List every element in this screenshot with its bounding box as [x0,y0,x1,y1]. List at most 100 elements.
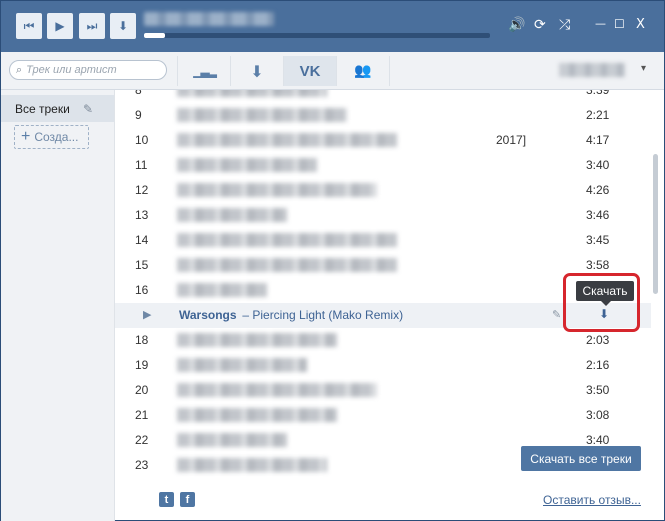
toolbar: ⌕ Трек или артист ▁▃▂ ⬇ VK 👥 ▾ [1,52,664,90]
track-title-suffix: 2017] [496,133,527,147]
track-row[interactable]: 13 3:46 [115,203,651,228]
track-duration: 3:40 [586,158,610,172]
footer: t f Оставить отзыв... [115,483,664,520]
create-playlist-label: Созда... [34,130,79,144]
now-playing-title [144,12,274,26]
track-number: 11 [135,158,148,172]
app-window: ⏮ ▶ ⏭ ⬇ 🔊 ⟳ ⤮ — ☐ X ⌕ Трек или артист ▁▃… [0,0,665,521]
track-number: 14 [135,233,149,247]
friends-icon: 👥 [354,63,372,79]
track-row[interactable]: 12 4:26 [115,178,651,203]
track-duration: 2:21 [586,108,610,122]
play-icon[interactable]: ▶ [143,308,151,321]
track-duration: 3:39 [586,90,610,97]
tab-downloads[interactable]: ⬇ [230,56,283,86]
track-number: 15 [135,258,149,272]
track-number: 22 [135,433,149,447]
progress-bar[interactable] [144,33,490,38]
track-row[interactable]: 21 3:08 [115,403,651,428]
feedback-link[interactable]: Оставить отзыв... [543,493,641,507]
tab-popular[interactable]: ▁▃▂ [177,56,230,86]
track-row[interactable]: 10 2017] 4:17 [115,128,651,153]
download-current-icon[interactable]: ⬇ [110,13,136,39]
track-duration: 3:58 [586,258,610,272]
download-icon: ⬇ [250,61,264,81]
track-title-blurred [177,108,347,122]
track-title-blurred [177,358,307,372]
sidebar-item-label: Все треки [15,101,70,116]
track-title-blurred [177,133,397,147]
repeat-icon[interactable]: ⟳ [534,17,546,33]
progress-fill [144,33,165,38]
track-number: 13 [135,208,149,222]
player-bar: ⏮ ▶ ⏭ ⬇ 🔊 ⟳ ⤮ — ☐ X [1,1,664,52]
track-row[interactable]: 9 2:21 [115,103,651,128]
track-duration: 3:50 [586,383,610,397]
user-name[interactable] [559,63,625,77]
track-number: 19 [135,358,149,372]
track-title-text: Piercing Light (Mako Remix) [252,308,404,322]
track-number: 21 [135,408,149,422]
download-tooltip: Скачать [576,281,634,306]
track-title-blurred [177,333,337,347]
shuffle-icon[interactable]: ⤮ [559,17,570,33]
scrollbar-thumb[interactable] [653,154,658,294]
track-number: 9 [135,108,142,122]
pencil-icon[interactable]: ✎ [83,102,93,116]
tab-friends[interactable]: 👥 [336,56,390,86]
track-title-blurred [177,433,287,447]
track-duration: 3:40 [586,433,610,447]
search-input[interactable]: ⌕ Трек или артист [9,60,167,80]
track-number: 12 [135,183,149,197]
plus-icon: + [21,128,31,145]
track-row[interactable]: 11 3:40 [115,153,651,178]
track-title-blurred [177,233,397,247]
track-number: 20 [135,383,149,397]
track-number: 10 [135,133,149,147]
track-title-blurred [177,208,287,222]
track-row[interactable]: 8 3:39 [115,90,651,103]
track-number: 8 [135,90,142,97]
track-title-blurred [177,158,317,172]
title-separator: – [239,308,253,322]
volume-icon[interactable]: 🔊 [508,17,525,33]
track-duration: 4:17 [586,133,610,147]
minimize-icon[interactable]: — [595,17,606,30]
next-track-icon[interactable]: ⏭ [79,13,105,39]
twitter-icon[interactable]: t [159,492,174,507]
vk-icon: VK [299,62,321,80]
track-number: 23 [135,458,149,472]
search-icon: ⌕ [16,63,23,76]
track-title-blurred [177,408,337,422]
sidebar-item-all-tracks[interactable]: Все треки ✎ [1,95,114,122]
track-duration: 3:46 [586,208,610,222]
maximize-icon[interactable]: ☐ [614,17,625,31]
track-title-blurred [177,458,327,472]
chevron-down-icon[interactable]: ▾ [641,63,646,74]
track-artist[interactable]: Warsongs [179,308,237,322]
chart-icon: ▁▃▂ [193,64,217,78]
track-duration: 3:45 [586,233,610,247]
track-number: 18 [135,333,149,347]
sidebar: Все треки ✎ + Созда... [1,90,115,521]
track-duration: 4:26 [586,183,610,197]
track-duration: 3:08 [586,408,610,422]
edit-icon[interactable]: ✎ [552,308,561,321]
track-row[interactable]: 19 2:16 [115,353,651,378]
tab-vk[interactable]: VK [283,56,336,86]
scrollbar[interactable] [651,90,659,483]
play-icon[interactable]: ▶ [47,13,73,39]
track-duration: 2:16 [586,358,610,372]
track-title: – Piercing Light (Mako Remix) [239,308,403,322]
create-playlist-button[interactable]: + Созда... [14,125,89,149]
close-icon[interactable]: X [636,17,645,32]
track-row[interactable]: 14 3:45 [115,228,651,253]
track-title-blurred [177,183,377,197]
previous-track-icon[interactable]: ⏮ [16,13,42,39]
download-all-button[interactable]: Скачать все треки [521,446,641,471]
track-row[interactable]: 20 3:50 [115,378,651,403]
track-title-blurred [177,283,267,297]
track-title-blurred [177,383,377,397]
track-duration: 2:03 [586,333,610,347]
facebook-icon[interactable]: f [180,492,195,507]
